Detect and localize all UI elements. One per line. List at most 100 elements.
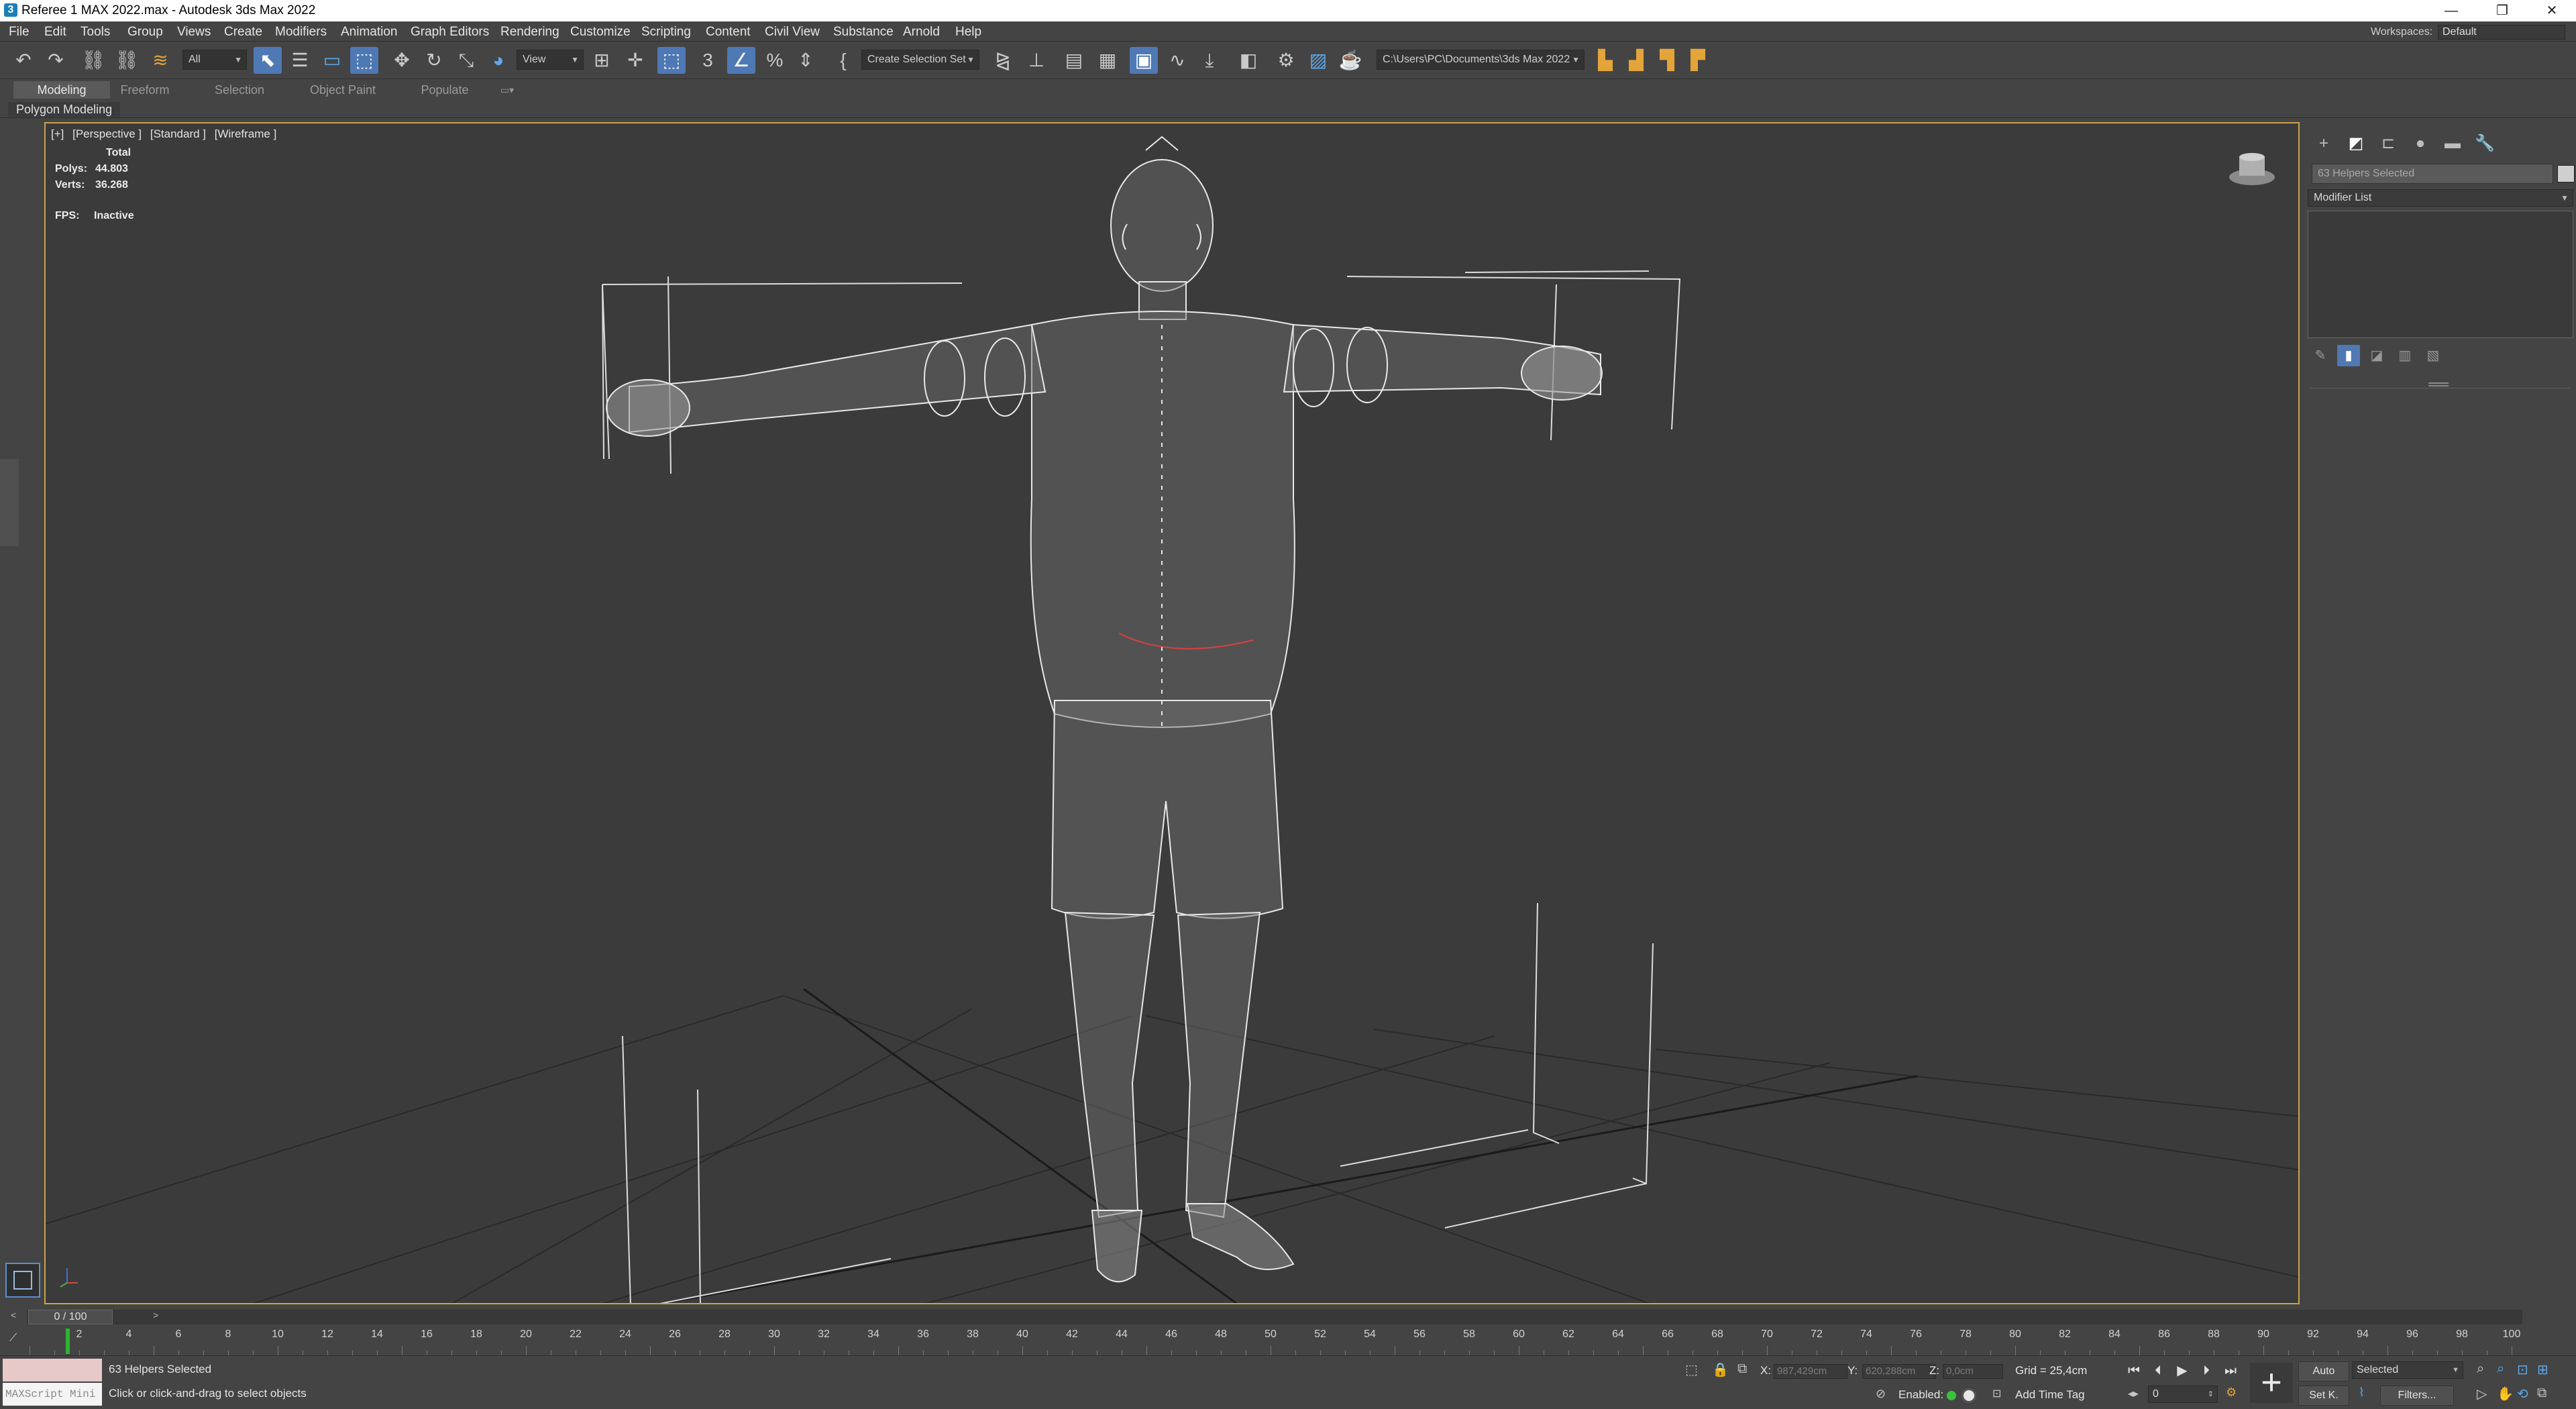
restore-button[interactable]: ❐ (2478, 0, 2526, 21)
project-open-icon[interactable]: ▟ (1622, 47, 1650, 74)
viewport-scene[interactable] (46, 123, 2300, 1304)
menu-customize[interactable]: Customize (570, 25, 631, 40)
time-tag-icon[interactable]: ⊡ (1992, 1387, 2001, 1400)
go-to-start-icon[interactable]: ⏮ (2124, 1361, 2144, 1380)
menu-graph-editors[interactable]: Graph Editors (411, 25, 489, 40)
keyboard-shortcut-override-icon[interactable]: ⬚ (657, 47, 686, 74)
menu-modifiers[interactable]: Modifiers (275, 25, 327, 40)
curve-editor-icon[interactable]: ∿ (1163, 47, 1191, 74)
menu-arnold[interactable]: Arnold (903, 25, 940, 40)
menu-substance[interactable]: Substance (833, 25, 894, 40)
move-icon[interactable]: ✥ (388, 47, 416, 74)
select-manipulate-icon[interactable]: ✛ (621, 47, 649, 74)
redo-icon[interactable]: ↷ (42, 47, 70, 74)
tab-modeling[interactable]: Modeling (13, 81, 110, 99)
rendered-frame-window-icon[interactable]: ▨ (1304, 47, 1332, 74)
maxscript-input[interactable]: MAXScript Mini (3, 1383, 102, 1406)
undo-icon[interactable]: ↶ (9, 47, 38, 74)
zoom-all-icon[interactable]: ⌕ (2497, 1361, 2504, 1377)
absolute-mode-icon[interactable]: ⧉ (1737, 1361, 1747, 1377)
time-slider-track[interactable] (27, 1310, 2522, 1324)
unlink-icon[interactable]: ⛓ (113, 47, 141, 74)
selection-set-dropdown[interactable]: Create Selection Set ▼ (861, 50, 979, 70)
bind-space-warp-icon[interactable]: ≋ (146, 47, 174, 74)
project-folder-icon[interactable]: ▙ (1591, 47, 1619, 74)
enabled-indicator[interactable] (1947, 1391, 1956, 1400)
link-icon[interactable]: ⛓ (79, 47, 107, 74)
open-mini-curve-editor-icon[interactable]: ⟋ (9, 1333, 17, 1345)
viewport-display-mode[interactable]: [Wireframe ] (215, 127, 277, 140)
rollout-grip-icon[interactable] (2428, 382, 2449, 386)
minimize-button[interactable]: — (2427, 0, 2475, 21)
viewport-shading[interactable]: [Standard ] (150, 127, 206, 140)
add-time-tag[interactable]: Add Time Tag (2015, 1388, 2085, 1402)
scale-icon[interactable]: ⤡ (452, 47, 480, 74)
scene-explorer-icon[interactable]: ▤ (1060, 47, 1088, 74)
rectangular-selection-icon[interactable]: ▭ (318, 47, 346, 74)
current-frame-marker[interactable] (66, 1328, 70, 1354)
perspective-viewport[interactable]: [+] [Perspective ] [Standard ] [Wirefram… (44, 122, 2300, 1304)
zoom-icon[interactable]: ⌕ (2477, 1361, 2484, 1377)
adaptive-degradation-icon[interactable]: ⊘ (1876, 1387, 1886, 1401)
scene-explorer-dock-tab[interactable] (0, 459, 19, 546)
pan-view-icon[interactable]: ✋ (2497, 1386, 2514, 1402)
spinner-snap-icon[interactable]: ⇕ (792, 47, 820, 74)
track-bar[interactable]: ⟋ 2 4 6 8 10 12 14 16 18 20 22 24 26 28 30 32 34 36 38 40 42… (0, 1327, 2576, 1355)
object-name-field[interactable]: 63 Helpers Selected (2312, 164, 2553, 184)
place-icon[interactable]: ◕ (484, 47, 513, 74)
selection-filter-dropdown[interactable]: All ▼ (182, 50, 247, 70)
menu-tools[interactable]: Tools (80, 25, 110, 40)
orbit-icon[interactable]: ⟲ (2517, 1386, 2528, 1402)
workspaces-dropdown[interactable]: Default (2438, 25, 2565, 40)
toggle-ribbon-icon[interactable]: ▣ (1130, 47, 1158, 74)
menu-scripting[interactable]: Scripting (641, 25, 691, 40)
time-slider-prev[interactable]: < (11, 1310, 16, 1320)
set-key-button[interactable]: Set K. (2298, 1386, 2349, 1406)
previous-frame-icon[interactable]: ⏴ (2148, 1361, 2168, 1380)
layer-explorer-icon[interactable]: ▦ (1093, 47, 1122, 74)
maxscript-listener[interactable]: MAXScript Mini (3, 1359, 102, 1407)
material-editor-icon[interactable]: ◧ (1234, 47, 1263, 74)
maxscript-output[interactable] (3, 1359, 102, 1381)
current-frame-field[interactable]: 0 ⇕ (2148, 1386, 2218, 1403)
modifier-list-dropdown[interactable]: Modifier List ▼ (2308, 189, 2573, 207)
pivot-center-icon[interactable]: ⊞ (588, 47, 616, 74)
select-object-icon[interactable]: ⬉ (254, 47, 282, 74)
track-bar-ruler[interactable]: 2 4 6 8 10 12 14 16 18 20 22 24 26 28 30 32 34 36 38 40 42 44… (27, 1327, 2522, 1355)
menu-content[interactable]: Content (706, 25, 751, 40)
isolate-selection-icon[interactable]: ⬚ (1685, 1361, 1698, 1378)
angle-snap-icon[interactable]: ∠ (727, 47, 755, 74)
project-create-icon[interactable]: ▜ (1653, 47, 1681, 74)
menu-edit[interactable]: Edit (44, 25, 66, 40)
render-production-icon[interactable]: ☕ (1336, 47, 1364, 74)
time-config-icon[interactable] (1962, 1388, 1976, 1403)
tab-populate[interactable]: Populate (409, 81, 480, 99)
maximize-viewport-icon[interactable]: ⧉ (2537, 1386, 2546, 1401)
viewport-point-of-view[interactable]: [Perspective ] (72, 127, 142, 140)
configure-modifier-sets-icon[interactable]: ▧ (2422, 345, 2445, 366)
modifier-stack[interactable] (2308, 211, 2573, 338)
rotate-icon[interactable]: ↻ (420, 47, 448, 74)
snaps-toggle-icon[interactable]: 3 (694, 47, 722, 74)
tab-freeform[interactable]: Freeform (110, 81, 180, 99)
create-tab-icon[interactable]: + (2310, 132, 2337, 156)
menu-create[interactable]: Create (224, 25, 262, 40)
modify-tab-icon[interactable]: ◩ (2343, 132, 2369, 156)
viewport-menu-plus[interactable]: [+] (51, 127, 64, 140)
go-to-end-icon[interactable]: ⏭ (2220, 1361, 2241, 1380)
object-color-swatch[interactable] (2557, 165, 2575, 182)
zoom-extents-icon[interactable]: ⊡ (2517, 1361, 2528, 1378)
menu-file[interactable]: File (9, 25, 30, 40)
remove-modifier-icon[interactable]: ▥ (2394, 345, 2416, 366)
motion-tab-icon[interactable]: ● (2407, 132, 2434, 156)
show-end-result-icon[interactable]: ▮ (2337, 345, 2360, 366)
default-tangent-icon[interactable]: ⌇ (2359, 1386, 2365, 1400)
schematic-view-icon[interactable]: ⤓ (1195, 47, 1224, 74)
time-slider-next[interactable]: > (153, 1310, 158, 1320)
percent-snap-icon[interactable]: % (761, 47, 789, 74)
tab-object-paint[interactable]: Object Paint (301, 81, 385, 99)
x-coordinate-field[interactable]: 987,429cm (1774, 1364, 1847, 1379)
auto-key-button[interactable]: Auto (2298, 1361, 2349, 1381)
menu-group[interactable]: Group (127, 25, 163, 40)
key-filter-dropdown[interactable]: Selected ▼ (2352, 1361, 2463, 1379)
